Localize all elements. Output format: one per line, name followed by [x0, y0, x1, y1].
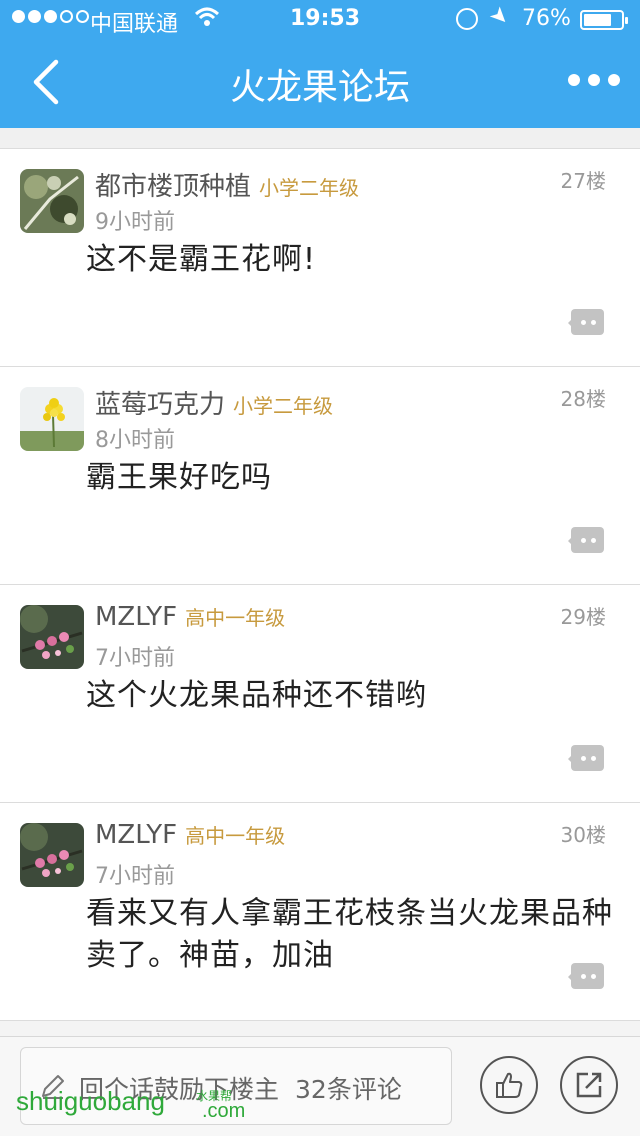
username-text: MZLYF: [95, 602, 178, 632]
bubble-dot: [581, 756, 586, 761]
username-text: MZLYF: [95, 820, 178, 850]
reply-button[interactable]: [568, 963, 604, 989]
like-button[interactable]: [480, 1056, 538, 1114]
more-dot-icon: [608, 74, 620, 86]
comment-text: 这个火龙果品种还不错哟: [86, 678, 427, 713]
username-text: 蓝莓巧克力: [95, 390, 226, 420]
bubble-dot: [581, 974, 586, 979]
more-button[interactable]: [568, 74, 620, 86]
battery-fill: [584, 14, 611, 26]
signal-dot: [28, 10, 41, 23]
username[interactable]: MZLYF 高中一年级: [95, 602, 285, 632]
carrier-name: 中国联通: [90, 12, 179, 37]
clock: 19:53: [290, 6, 361, 31]
comment-text: 这不是霸王花啊!: [86, 242, 317, 277]
bubble-dot: [581, 320, 586, 325]
wifi-icon: [194, 6, 220, 34]
signal-dot: [44, 10, 57, 23]
battery-percent: 76%: [522, 6, 571, 31]
signal-dot: [12, 10, 25, 23]
reply-bubble-icon: [571, 963, 604, 989]
floor-number: 29楼: [560, 605, 606, 629]
nav-bar: 火龙果论坛: [0, 40, 640, 128]
comment-text: 霸王果好吃吗: [86, 460, 272, 495]
post-time: 9小时前: [95, 210, 175, 235]
username-text: 都市楼顶种植: [95, 172, 252, 202]
comment-item[interactable]: 都市楼顶种植 小学二年级 9小时前 27楼 这不是霸王花啊!: [0, 149, 640, 367]
bubble-dot: [591, 974, 596, 979]
bubble-dot: [591, 538, 596, 543]
more-dot-icon: [588, 74, 600, 86]
user-grade-badge: 小学二年级: [259, 176, 360, 200]
reply-button[interactable]: [568, 745, 604, 771]
bubble-dot: [591, 756, 596, 761]
thumbs-up-icon: [496, 1072, 523, 1098]
post-time: 8小时前: [95, 428, 175, 453]
username[interactable]: MZLYF 高中一年级: [95, 820, 285, 850]
comment-item[interactable]: MZLYF 高中一年级 7小时前 30楼 看来又有人拿霸王花枝条当火龙果品种卖了。…: [0, 803, 640, 1021]
status-bar: 中国联通 19:53 ➤ 76%: [0, 0, 640, 40]
location-arrow-icon: ➤: [483, 1, 515, 32]
page-title: 火龙果论坛: [229, 67, 410, 108]
signal-strength-icon: [12, 10, 89, 23]
bubble-dot: [581, 538, 586, 543]
username[interactable]: 蓝莓巧克力 小学二年级: [95, 384, 333, 421]
header: 中国联通 19:53 ➤ 76% 火龙果论坛: [0, 0, 640, 128]
avatar[interactable]: [20, 169, 84, 233]
user-grade-badge: 小学二年级: [233, 394, 334, 418]
rotation-lock-icon: [456, 8, 478, 30]
floor-number: 27楼: [560, 169, 606, 193]
post-time: 7小时前: [95, 864, 175, 889]
comment-text: 看来又有人拿霸王花枝条当火龙果品种卖了。神苗，加油: [86, 896, 613, 973]
floor-number: 30楼: [560, 823, 606, 847]
reply-button[interactable]: [568, 527, 604, 553]
comment-item[interactable]: MZLYF 高中一年级 7小时前 29楼 这个火龙果品种还不错哟: [0, 585, 640, 803]
avatar[interactable]: [20, 823, 84, 887]
username[interactable]: 都市楼顶种植 小学二年级: [95, 166, 359, 203]
battery-icon: [580, 10, 628, 30]
signal-dot: [60, 10, 73, 23]
comment-list[interactable]: 都市楼顶种植 小学二年级 9小时前 27楼 这不是霸王花啊! 蓝莓巧克力 小学二年级…: [0, 128, 640, 1036]
reply-button[interactable]: [568, 309, 604, 335]
avatar[interactable]: [20, 387, 84, 451]
post-time: 7小时前: [95, 646, 175, 671]
floor-number: 28楼: [560, 387, 606, 411]
user-grade-badge: 高中一年级: [185, 606, 286, 630]
comment-item[interactable]: 蓝莓巧克力 小学二年级 8小时前 28楼 霸王果好吃吗: [0, 367, 640, 585]
battery-tip: [625, 17, 628, 24]
watermark-domain: .com: [202, 1100, 246, 1122]
reply-bubble-icon: [571, 745, 604, 771]
more-dot-icon: [568, 74, 580, 86]
share-button[interactable]: [560, 1056, 618, 1114]
watermark: shuiguobang: [16, 1086, 165, 1116]
reply-bubble-icon: [571, 309, 604, 335]
comment-count: 32条评论: [295, 1075, 402, 1104]
user-grade-badge: 高中一年级: [185, 824, 286, 848]
share-icon: [576, 1072, 602, 1098]
list-top-gap: [0, 128, 640, 149]
signal-dot: [76, 10, 89, 23]
bubble-dot: [591, 320, 596, 325]
avatar[interactable]: [20, 605, 84, 669]
reply-bubble-icon: [571, 527, 604, 553]
